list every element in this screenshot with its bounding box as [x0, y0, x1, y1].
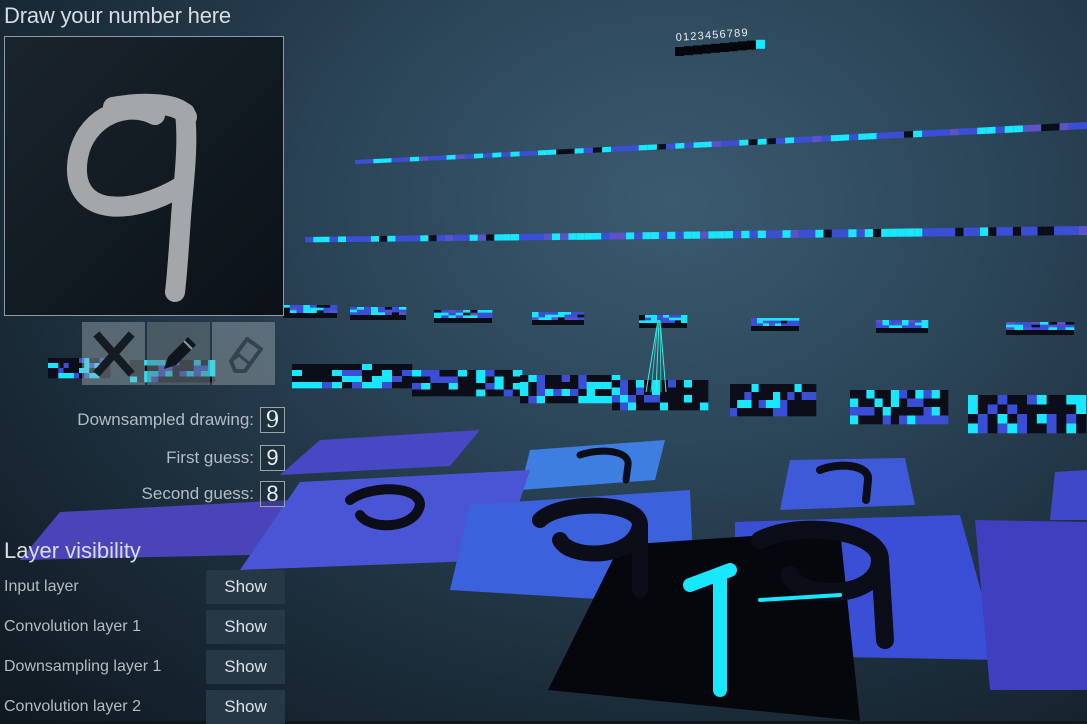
downsampling-layer-2-map: [532, 312, 585, 325]
convolution-layer-2-map: [292, 364, 413, 389]
second-guess-label: Second guess:: [141, 484, 254, 503]
fully-connected-layer-1: [305, 226, 1087, 243]
first-guess-label: First guess:: [166, 448, 254, 467]
layer-row-downsample1: Downsampling layer 1 Show: [4, 650, 285, 684]
convolution-layer-2-map: [520, 375, 621, 404]
layer-row-input: Input layer Show: [4, 570, 285, 604]
convolution-layer-1-map: [975, 520, 1087, 690]
clear-button[interactable]: [82, 322, 145, 385]
pencil-icon: [163, 336, 196, 369]
downsampling-layer-1-map: [1050, 470, 1087, 520]
drawing-canvas[interactable]: [4, 36, 284, 316]
layer-row-conv1: Convolution layer 1 Show: [4, 610, 285, 644]
downsampling-layer-2-map: [350, 307, 407, 320]
downsampled-drawing-row: Downsampled drawing: 9: [77, 407, 285, 433]
show-input-layer-button[interactable]: Show: [206, 570, 285, 604]
layer-visibility-title: Layer visibility: [4, 538, 141, 563]
downsampling-layer-1-map: [520, 440, 665, 490]
eraser-button[interactable]: [212, 322, 275, 385]
page-title: Draw your number here: [4, 3, 231, 28]
layer-label: Convolution layer 2: [4, 698, 141, 715]
downsampled-label: Downsampled drawing:: [77, 410, 254, 429]
show-downsampling-layer-1-button[interactable]: Show: [206, 650, 285, 684]
second-guess-value: 8: [260, 481, 285, 507]
convolution-layer-2-map: [612, 380, 709, 411]
show-convolution-layer-1-button[interactable]: Show: [206, 610, 285, 644]
drawn-digit: [5, 37, 283, 315]
layer-label: Downsampling layer 1: [4, 658, 162, 675]
pencil-button[interactable]: [147, 322, 210, 385]
second-guess-row: Second guess: 8: [142, 481, 285, 507]
layer-label: Input layer: [4, 578, 79, 595]
downsampling-layer-2-map: [1006, 322, 1075, 335]
show-convolution-layer-2-button[interactable]: Show: [206, 690, 285, 724]
drawing-toolbar: [82, 322, 275, 385]
convolution-layer-2-map: [968, 395, 1087, 434]
convolution-layer-2-map: [850, 390, 949, 425]
convolution-layer-2-map: [412, 370, 523, 397]
layer-label: Convolution layer 1: [4, 618, 141, 635]
layer-row-conv2: Convolution layer 2 Show: [4, 690, 285, 724]
fully-connected-layer-2: [355, 122, 1087, 165]
first-guess-row: First guess: 9: [166, 445, 285, 471]
first-guess-value: 9: [260, 445, 285, 471]
downsampling-layer-1-map: [280, 430, 480, 475]
eraser-icon: [228, 336, 263, 373]
downsampling-layer-2-map: [283, 305, 338, 318]
downsampling-layer-2-map: [639, 315, 688, 328]
downsampling-layer-2-map: [751, 318, 800, 331]
convolution-layer-2-map: [730, 384, 817, 417]
downsampling-layer-2-map: [434, 310, 493, 323]
downsampling-layer-2-map: [876, 320, 929, 333]
downsampled-value: 9: [260, 407, 285, 433]
x-icon: [92, 330, 135, 377]
